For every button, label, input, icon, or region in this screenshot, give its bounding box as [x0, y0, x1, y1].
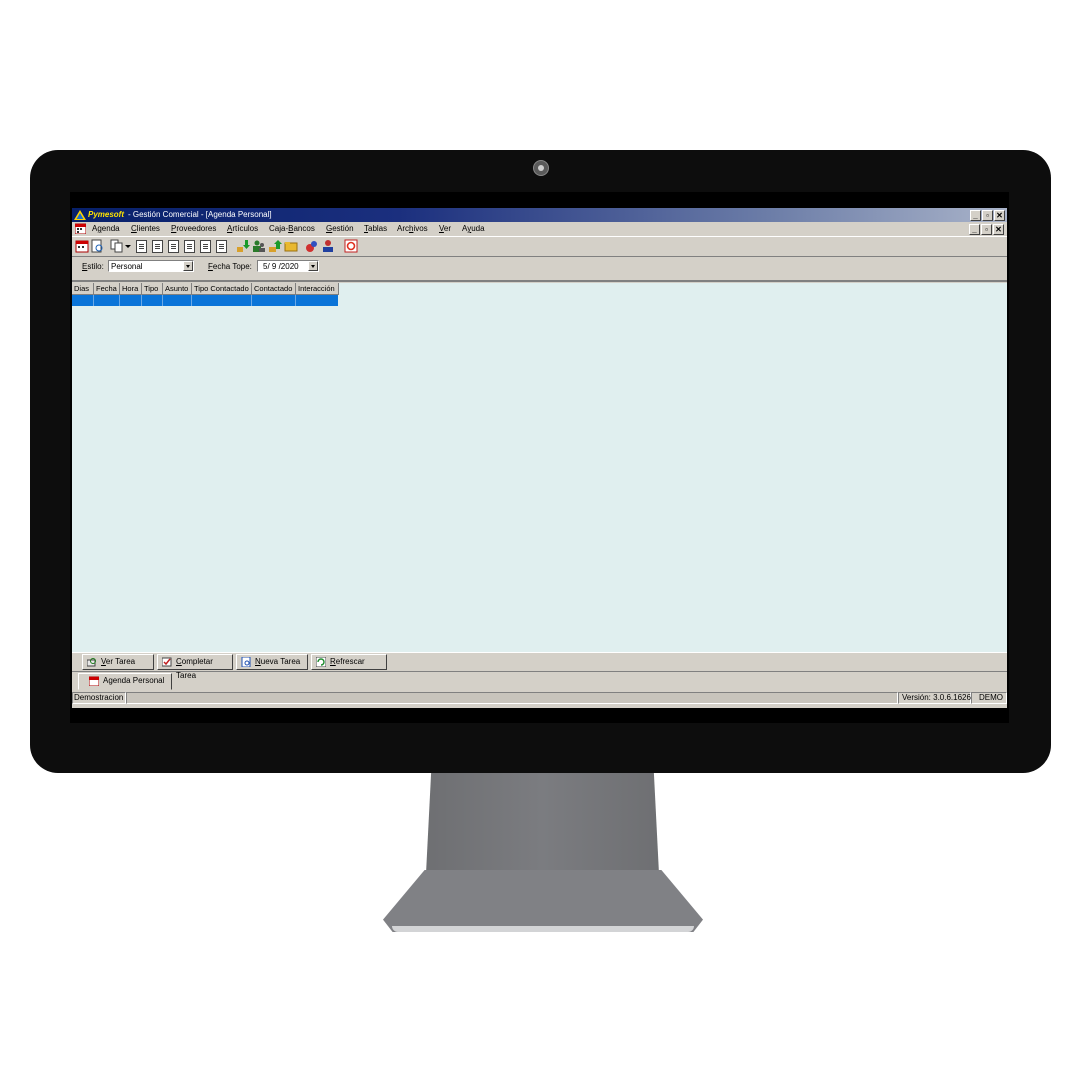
minimize-button[interactable]: _: [970, 210, 981, 221]
fecha-tope-picker[interactable]: 5/ 9 /2020: [257, 260, 319, 272]
menu-ayuda[interactable]: Ayuda: [462, 222, 485, 235]
menu-bar: Agenda Clientes Proveedores Artículos Ca…: [72, 222, 1007, 235]
action-button-bar: Ver Tarea Completar Tarea Nueva Tarea Re…: [72, 652, 1007, 680]
tools-icon[interactable]: [305, 239, 319, 253]
calendar-dropdown-icon[interactable]: [308, 261, 318, 271]
fecha-tope-label: Fecha Tope:: [208, 262, 252, 271]
agenda-calendar-icon[interactable]: [75, 223, 86, 234]
column-header-fecha[interactable]: Fecha: [94, 283, 120, 295]
fecha-tope-value: 5/ 9 /2020: [263, 262, 299, 271]
print-preview-icon[interactable]: [90, 239, 104, 253]
tab-agenda-personal[interactable]: Agenda Personal: [78, 673, 172, 690]
report-5-icon[interactable]: [200, 240, 211, 253]
users-icon[interactable]: [252, 239, 266, 253]
webcam-icon: [533, 160, 549, 176]
download-arrow-icon[interactable]: [236, 239, 250, 253]
screen: Pymesoft - Gestión Comercial - [Agenda P…: [70, 192, 1009, 723]
pymesoft-logo-icon: [74, 210, 86, 220]
restore-button[interactable]: ▫: [982, 210, 993, 221]
status-mode: DEMO: [971, 692, 1007, 704]
completar-tarea-button[interactable]: Completar Tarea: [157, 654, 233, 680]
estilo-label: Estilo:: [82, 262, 104, 271]
estilo-select[interactable]: Personal: [108, 260, 194, 272]
filter-bar: Estilo: Personal Fecha Tope: 5/ 9 /2020: [72, 256, 1007, 282]
chevron-down-icon[interactable]: [183, 261, 193, 271]
close-button[interactable]: ✕: [994, 210, 1005, 221]
column-header-tipo[interactable]: Tipo: [142, 283, 163, 295]
app-brand: Pymesoft: [88, 210, 125, 219]
child-close-button[interactable]: ✕: [993, 224, 1004, 235]
agenda-grid[interactable]: Dias Fecha Hora Tipo Asunto Tipo Contact…: [72, 283, 1007, 652]
column-header-hora[interactable]: Hora: [120, 283, 142, 295]
menu-ver[interactable]: Ver: [439, 222, 451, 235]
menu-proveedores[interactable]: Proveedores: [171, 222, 216, 235]
column-header-asunto[interactable]: Asunto: [163, 283, 192, 295]
agenda-tab-icon: [89, 676, 99, 686]
copy-dropdown-icon[interactable]: [125, 239, 132, 253]
refresh-icon: [316, 657, 326, 667]
column-header-contactado[interactable]: Contactado: [252, 283, 296, 295]
folder-icon[interactable]: [284, 239, 298, 253]
monitor-base-rim: [392, 926, 694, 932]
new-task-icon: [241, 657, 251, 667]
people-icon[interactable]: [321, 239, 335, 253]
menu-agenda[interactable]: Agenda: [92, 222, 120, 235]
exit-icon[interactable]: [344, 239, 358, 253]
window-title: - Gestión Comercial - [Agenda Personal]: [128, 210, 272, 219]
nueva-tarea-button[interactable]: Nueva Tarea: [236, 654, 308, 670]
child-minimize-button[interactable]: _: [969, 224, 980, 235]
estilo-value: Personal: [111, 262, 143, 271]
column-header-interaccion[interactable]: Interacción: [296, 283, 339, 295]
status-version: Versión: 3.0.6.1626: [898, 692, 971, 704]
tab-label: Agenda Personal: [103, 676, 165, 685]
toolbar: [72, 236, 1007, 257]
mdi-tab-bar: Agenda Personal: [72, 671, 1007, 690]
child-restore-button[interactable]: ▫: [981, 224, 992, 235]
ver-tarea-button[interactable]: Ver Tarea: [82, 654, 154, 670]
view-task-icon: [87, 658, 96, 667]
status-progress: [126, 692, 898, 704]
title-bar[interactable]: Pymesoft - Gestión Comercial - [Agenda P…: [72, 208, 1007, 222]
menu-articulos[interactable]: Artículos: [227, 222, 258, 235]
menu-gestion[interactable]: Gestión: [326, 222, 354, 235]
column-header-dias[interactable]: Dias: [72, 283, 94, 295]
upload-arrow-icon[interactable]: [268, 239, 282, 253]
report-6-icon[interactable]: [216, 240, 227, 253]
menu-caja-bancos[interactable]: Caja-Bancos: [269, 222, 315, 235]
menu-tablas[interactable]: Tablas: [364, 222, 387, 235]
report-4-icon[interactable]: [184, 240, 195, 253]
copy-icon[interactable]: [110, 239, 124, 253]
status-bar: Demostracion Versión: 3.0.6.1626 DEMO: [72, 692, 1007, 705]
agenda-toolbar-icon[interactable]: [75, 239, 89, 253]
menu-clientes[interactable]: Clientes: [131, 222, 160, 235]
table-row-selected[interactable]: [72, 295, 338, 306]
status-user: Demostracion: [72, 692, 126, 704]
report-3-icon[interactable]: [168, 240, 179, 253]
application-window: Pymesoft - Gestión Comercial - [Agenda P…: [72, 208, 1007, 708]
column-header-tipo-contactado[interactable]: Tipo Contactado: [192, 283, 252, 295]
menu-archivos[interactable]: Archivos: [397, 222, 428, 235]
report-1-icon[interactable]: [136, 240, 147, 253]
monitor-base: [383, 870, 703, 932]
report-2-icon[interactable]: [152, 240, 163, 253]
check-task-icon: [162, 657, 172, 667]
refrescar-button[interactable]: Refrescar: [311, 654, 387, 670]
